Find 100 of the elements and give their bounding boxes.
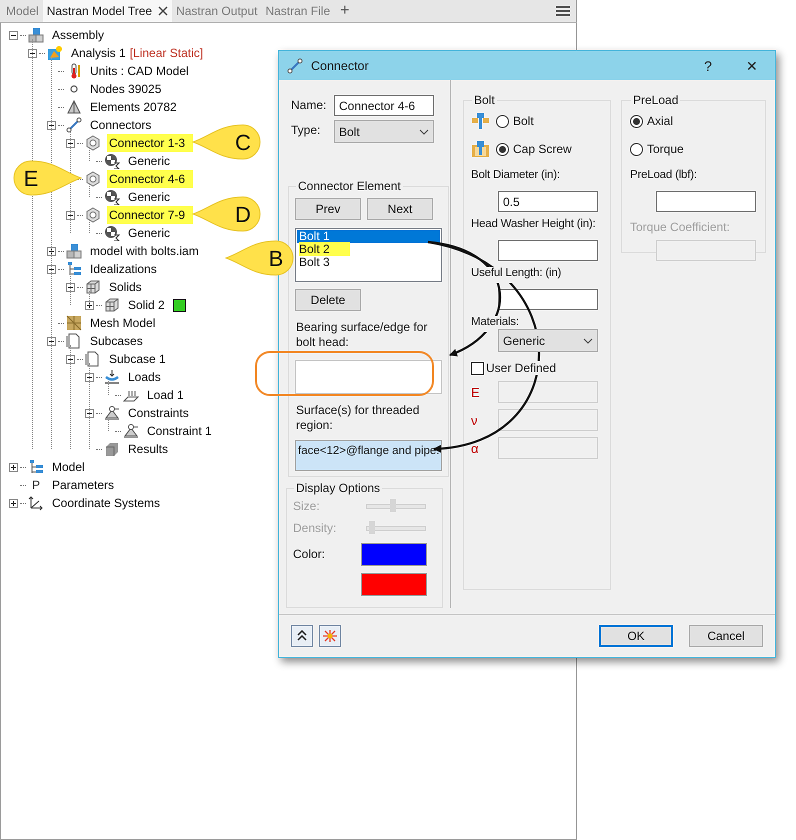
sparkle-icon [323, 630, 337, 642]
radio-label[interactable]: Bolt [513, 114, 534, 128]
input-field[interactable] [656, 191, 756, 212]
tree-item[interactable]: Elements 20782 [88, 99, 179, 115]
name-field[interactable]: Connector 4-6 [334, 95, 434, 116]
radio-button[interactable] [630, 114, 643, 128]
tree-item[interactable]: Load 1 [145, 387, 186, 403]
tab[interactable]: Nastran Model Tree [42, 0, 172, 22]
close-button[interactable]: ✕ [737, 58, 767, 74]
group-title: Display Options [295, 481, 382, 496]
input-field[interactable] [498, 289, 598, 310]
checkbox-label[interactable]: User Defined [486, 361, 556, 376]
tree-item[interactable]: Parameters [50, 477, 116, 493]
materials-dropdown[interactable]: Generic [498, 329, 598, 352]
tree-item[interactable]: Connector 4-6 [107, 170, 194, 188]
expand-toggle[interactable] [9, 462, 18, 472]
collapse-toggle[interactable] [66, 210, 75, 220]
tree-item[interactable]: Units : CAD Model [88, 63, 191, 79]
collapse-toggle[interactable] [28, 48, 37, 58]
field-label: Useful Length: (in) [471, 267, 562, 284]
field-label: Bearing surface/edge for bolt head: [295, 320, 428, 350]
parameter-icon: P [28, 478, 44, 492]
callout-badge: D [192, 196, 262, 232]
tree-item[interactable]: Generic [126, 189, 172, 205]
caret-icon [583, 338, 593, 344]
radio-label[interactable]: Axial [647, 114, 674, 128]
input-field[interactable]: 0.5 [498, 191, 598, 212]
list-item[interactable]: Bolt 2 [297, 243, 440, 256]
tree-item[interactable]: model with bolts.iam [88, 243, 201, 259]
color-swatch[interactable] [361, 572, 427, 596]
tree-item[interactable]: Assembly [50, 27, 106, 43]
hex-nut-icon [85, 207, 101, 223]
caret-icon [419, 128, 429, 135]
type-dropdown[interactable]: Bolt [334, 120, 434, 144]
thread-field[interactable]: face<12>@flange and pipe: [295, 440, 442, 472]
expand-button[interactable] [291, 625, 313, 648]
tree-item[interactable]: Connectors [88, 117, 154, 133]
axes-icon [28, 495, 44, 511]
collapse-toggle[interactable] [9, 30, 18, 40]
tree-item[interactable]: Idealizations [88, 261, 159, 277]
tree-item[interactable]: Solid 2 [126, 297, 167, 313]
tree-item[interactable]: Constraints [126, 405, 191, 421]
tree-item[interactable]: Nodes 39025 [88, 81, 164, 97]
cancel-button[interactable]: Cancel [689, 625, 763, 648]
highlight-button[interactable] [319, 625, 341, 648]
slider-label: Density: [293, 521, 336, 536]
group-title: Connector Element [297, 179, 402, 194]
tree-item[interactable]: Coordinate Systems [50, 495, 162, 511]
radio-button[interactable] [496, 114, 509, 128]
close-icon[interactable] [158, 6, 168, 16]
color-label: Color: [293, 547, 326, 562]
ok-button[interactable]: OK [599, 625, 673, 648]
callout-badge: E [12, 160, 82, 196]
field-label: Name: [291, 97, 328, 112]
collapse-toggle[interactable] [85, 372, 94, 382]
tree-item[interactable]: Generic [126, 153, 172, 169]
tree-item[interactable]: Connector 1-3 [107, 134, 194, 152]
checker-ball-icon [104, 153, 120, 169]
tree-item[interactable]: Solids [107, 279, 144, 295]
tree-item[interactable]: Generic [126, 225, 172, 241]
expand-toggle[interactable] [9, 498, 18, 508]
collapse-toggle[interactable] [85, 408, 94, 418]
expand-toggle[interactable] [85, 300, 94, 310]
radio-button[interactable] [496, 142, 509, 156]
collapse-toggle[interactable] [66, 354, 75, 364]
radio-label[interactable]: Torque [647, 142, 684, 156]
menu-icon[interactable] [556, 5, 570, 17]
tree-item[interactable]: Loads [126, 369, 163, 385]
page-icon [85, 351, 101, 367]
radio-label[interactable]: Cap Screw [513, 142, 572, 156]
tree-item[interactable]: Constraint 1 [145, 423, 214, 439]
tree-item[interactable]: Subcase 1 [107, 351, 168, 367]
list-item[interactable]: Bolt 3 [297, 256, 440, 270]
radio-button[interactable] [630, 142, 643, 156]
color-swatch[interactable] [361, 542, 427, 566]
tree-item[interactable]: Mesh Model [88, 315, 158, 331]
field-label: Type: [291, 122, 322, 138]
list-item[interactable]: Bolt 1 [297, 230, 440, 244]
tree-item[interactable]: Model [50, 459, 87, 475]
tree-item[interactable]: Analysis 1 [69, 45, 128, 61]
collapse-toggle[interactable] [47, 336, 56, 346]
input-field[interactable] [498, 240, 598, 262]
checkbox[interactable] [471, 362, 484, 375]
tree-item[interactable]: Subcases [88, 333, 145, 349]
bolt-list[interactable]: Bolt 1 Bolt 2 Bolt 3 [295, 228, 442, 282]
prev-button[interactable]: Prev [295, 198, 361, 220]
collapse-toggle[interactable] [47, 120, 56, 130]
next-button[interactable]: Next [367, 198, 433, 220]
tree-item[interactable]: Connector 7-9 [107, 206, 194, 224]
new-tab-button[interactable]: + [334, 0, 356, 22]
collapse-toggle[interactable] [66, 282, 75, 292]
delete-button[interactable]: Delete [295, 289, 361, 312]
expand-toggle[interactable] [47, 246, 56, 256]
help-button[interactable]: ? [693, 58, 723, 74]
field-label: Surface(s) for threaded region: [295, 403, 420, 434]
tree-list-icon [28, 459, 44, 475]
collapse-toggle[interactable] [66, 138, 75, 148]
collapse-toggle[interactable] [47, 264, 56, 274]
tree-item[interactable]: Results [126, 441, 170, 457]
bearing-field[interactable] [295, 360, 442, 394]
